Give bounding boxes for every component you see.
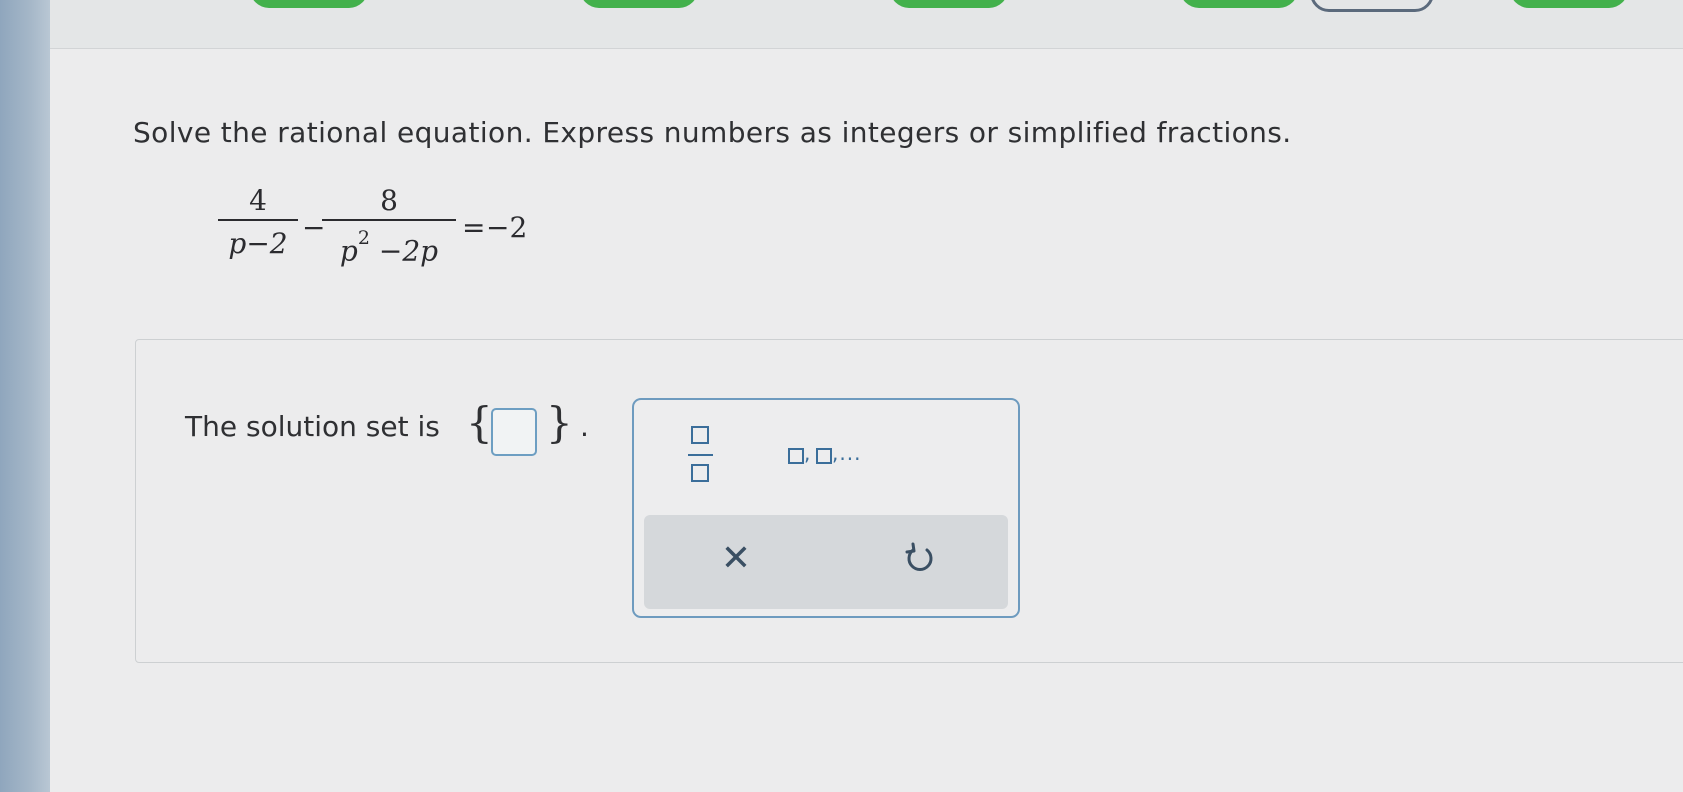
sentence-period: . bbox=[580, 410, 589, 443]
nav-step-button[interactable] bbox=[1510, 0, 1628, 8]
nav-step-button[interactable] bbox=[1180, 0, 1298, 8]
equation-rhs: −2 bbox=[486, 211, 528, 244]
term1-numerator: 4 bbox=[249, 184, 267, 217]
nav-step-button[interactable] bbox=[250, 0, 368, 8]
close-brace: } bbox=[546, 398, 573, 447]
term2-denominator-base: p bbox=[339, 234, 358, 268]
list-ellipsis: ,... bbox=[832, 441, 862, 465]
list-slot bbox=[788, 448, 804, 464]
numerator-slot bbox=[691, 426, 709, 444]
fraction-term-1: 4 p−2 bbox=[218, 183, 298, 261]
solution-input[interactable] bbox=[491, 408, 537, 456]
clear-icon[interactable]: ✕ bbox=[718, 538, 754, 580]
toolbox-action-bar bbox=[644, 515, 1008, 609]
list-slot bbox=[816, 448, 832, 464]
nav-current-step-button[interactable] bbox=[1310, 0, 1434, 12]
solution-set-label: The solution set is bbox=[185, 410, 440, 443]
term1-denominator: p−2 bbox=[228, 227, 288, 260]
top-navigation bbox=[50, 0, 1683, 49]
nav-step-button[interactable] bbox=[580, 0, 698, 8]
fraction-bar bbox=[688, 454, 713, 456]
window-left-edge bbox=[0, 0, 50, 792]
fraction-template-icon[interactable] bbox=[684, 424, 718, 488]
equals-sign: = bbox=[462, 211, 486, 244]
term2-numerator: 8 bbox=[380, 184, 398, 217]
undo-icon[interactable] bbox=[900, 540, 940, 580]
question-prompt: Solve the rational equation. Express num… bbox=[133, 116, 1292, 149]
fraction-term-2: 8 p2 −2p bbox=[322, 183, 456, 267]
nav-step-button[interactable] bbox=[890, 0, 1008, 8]
open-brace: { bbox=[466, 398, 493, 447]
denominator-slot bbox=[691, 464, 709, 482]
term2-denominator-exponent: 2 bbox=[357, 227, 370, 249]
list-template-icon[interactable]: , ,... bbox=[788, 441, 878, 471]
term2-denominator-rest: −2p bbox=[369, 234, 439, 268]
list-separator: , bbox=[804, 441, 812, 465]
